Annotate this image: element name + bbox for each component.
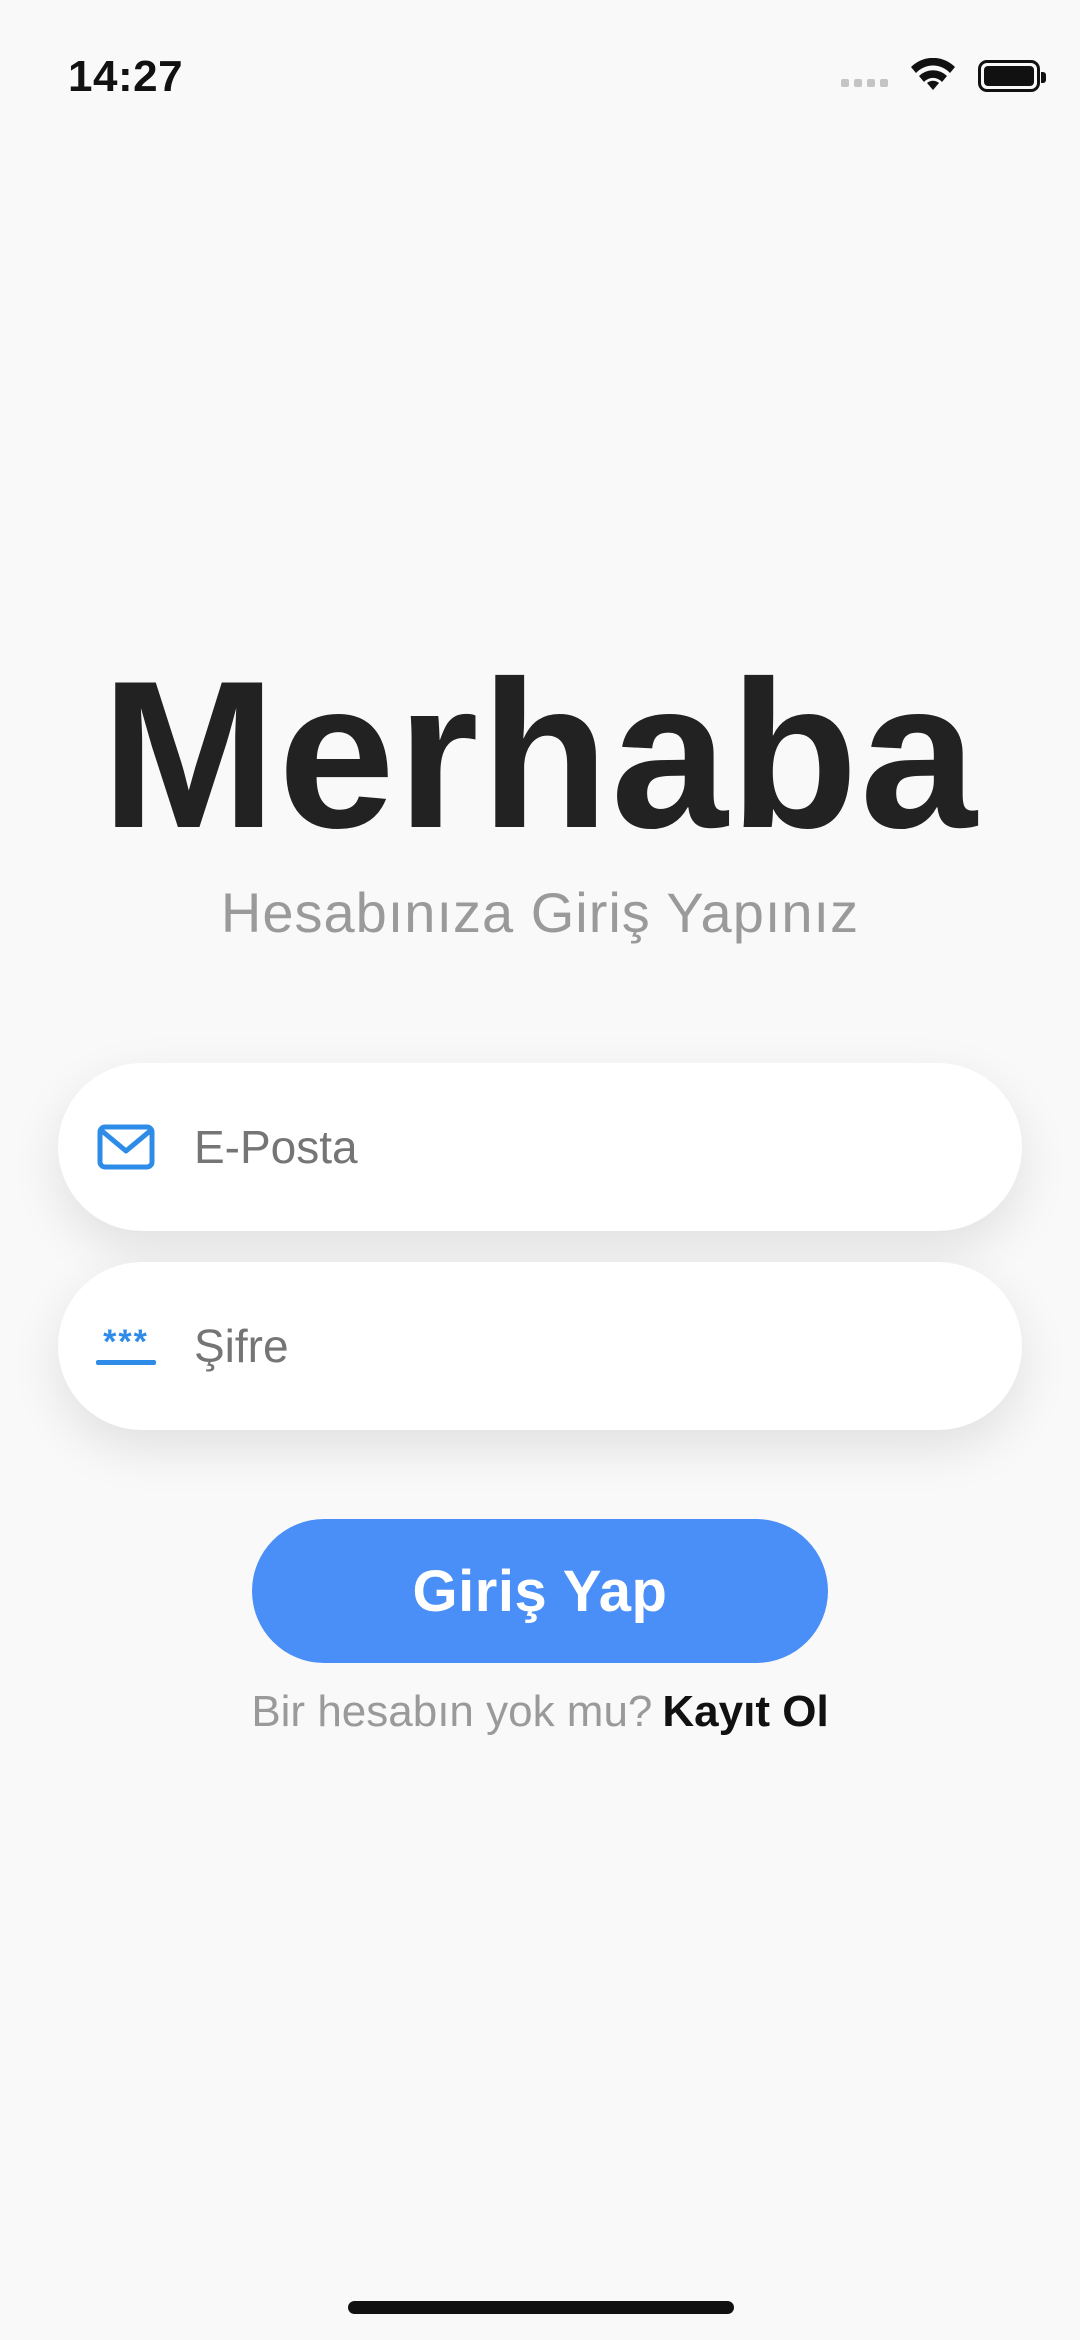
- wifi-icon: [911, 58, 955, 90]
- login-button[interactable]: Giriş Yap: [252, 1519, 828, 1663]
- login-screen: 14:27 Merhaba Hesabınıza Giriş Yapınız E…: [0, 0, 1080, 2340]
- password-input[interactable]: [194, 1319, 1022, 1373]
- signal-icon: [841, 79, 888, 87]
- mail-icon: [96, 1122, 156, 1172]
- signup-prompt-row: Bir hesabın yok mu? Kayıt Ol: [0, 1687, 1080, 1737]
- battery-icon: [978, 60, 1046, 92]
- password-icon: ***: [96, 1321, 156, 1371]
- signup-prompt-text: Bir hesabın yok mu?: [251, 1687, 653, 1736]
- email-input[interactable]: [194, 1120, 1022, 1174]
- password-field[interactable]: ***: [58, 1262, 1022, 1430]
- home-indicator[interactable]: [348, 2301, 734, 2314]
- page-title: Merhaba: [101, 637, 979, 872]
- status-time: 14:27: [68, 52, 184, 101]
- email-field[interactable]: [58, 1063, 1022, 1231]
- page-subtitle: Hesabınıza Giriş Yapınız: [220, 881, 860, 944]
- signup-link[interactable]: Kayıt Ol: [662, 1687, 828, 1736]
- status-icons: [841, 58, 1046, 94]
